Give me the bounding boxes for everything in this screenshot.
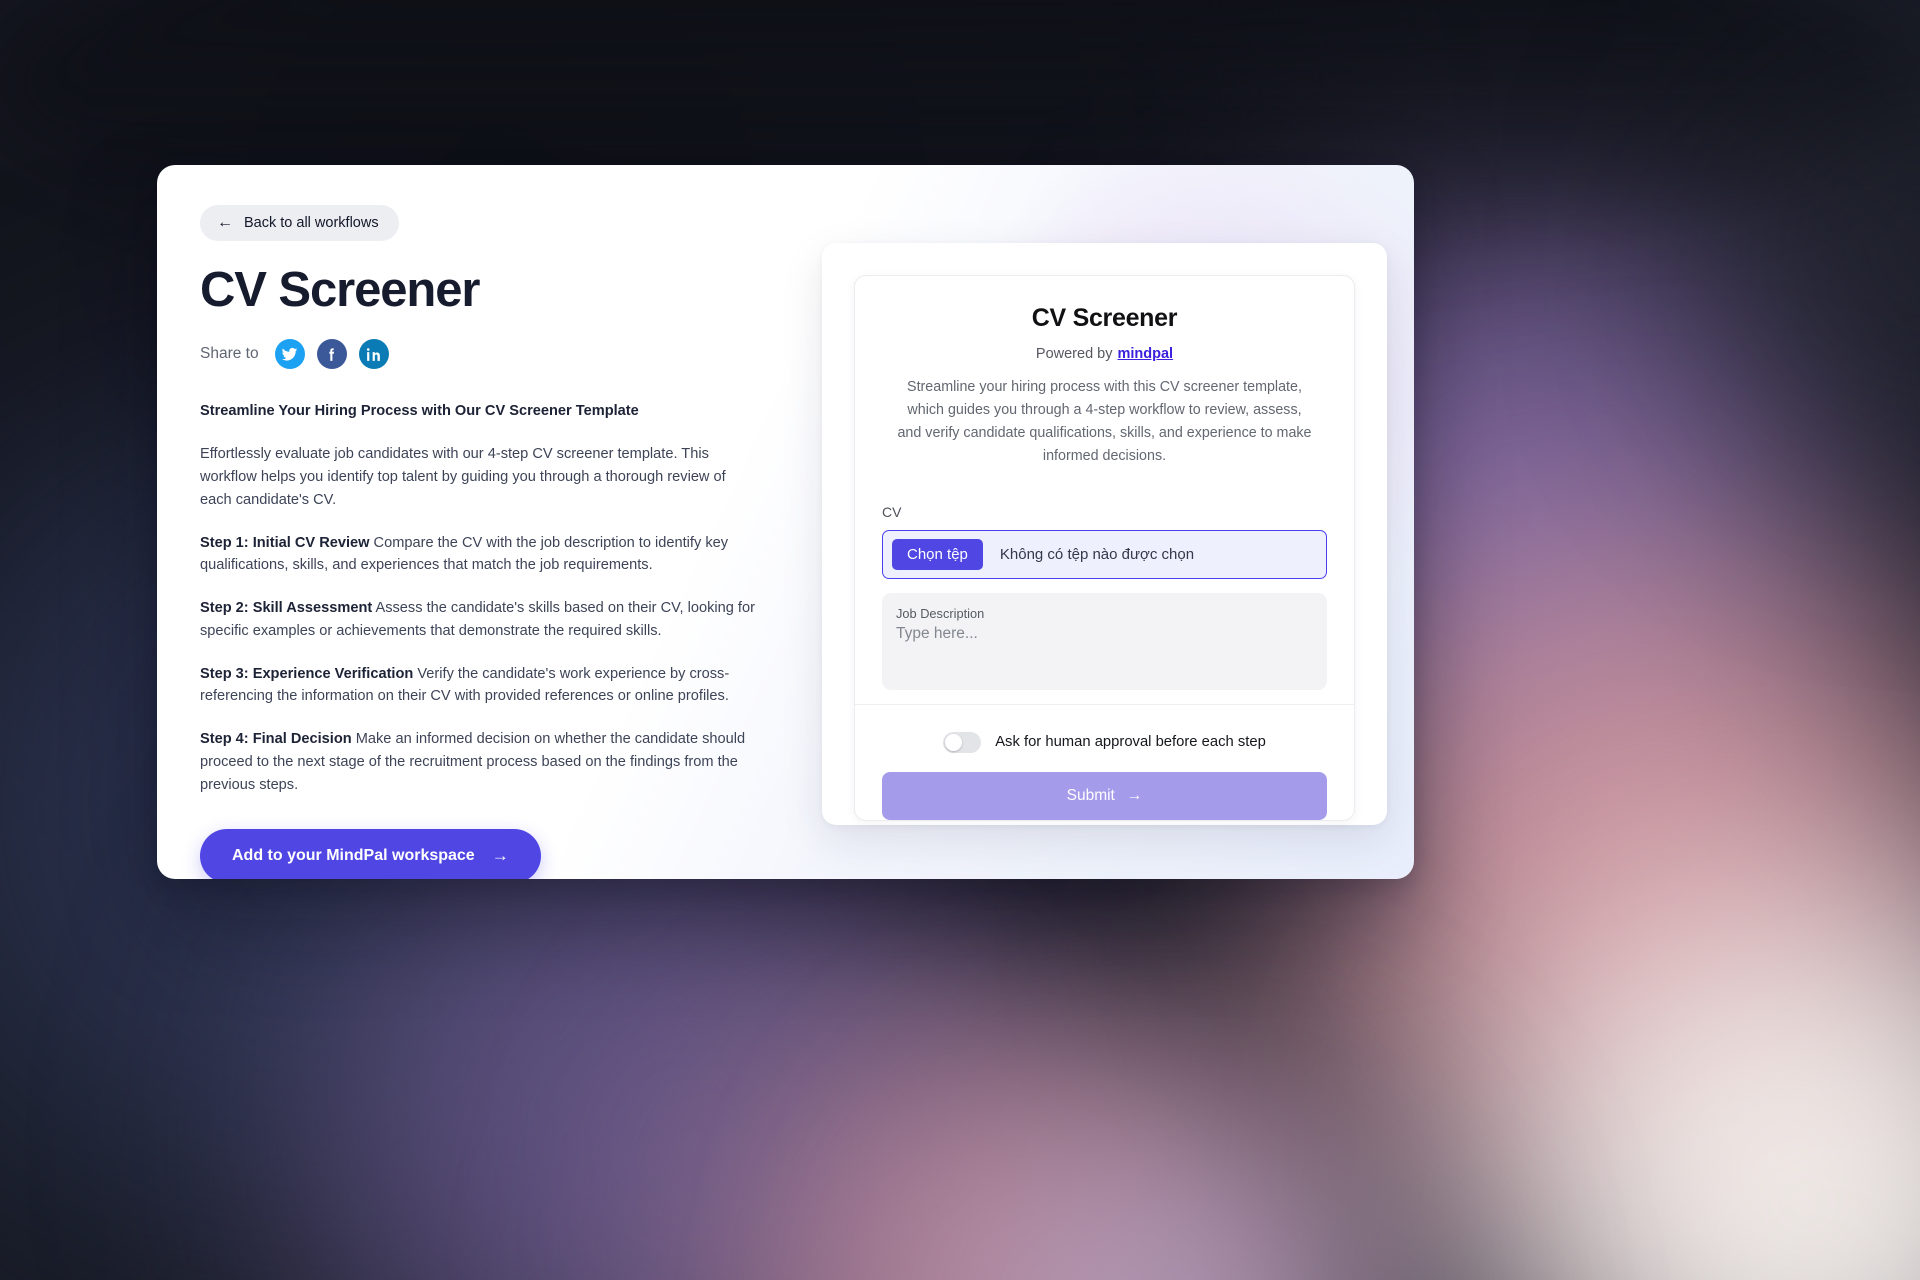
form-divider <box>855 703 1354 705</box>
job-description-placeholder: Type here... <box>896 624 978 642</box>
content-lead: Streamline Your Hiring Process with Our … <box>200 403 639 420</box>
preview-card: CV Screener Powered by mindpal Streamline… <box>822 243 1387 825</box>
form-title: CV Screener <box>1031 304 1178 332</box>
step-1-title: Step 1: Initial CV Review <box>200 534 370 551</box>
workflow-detail-panel: ← Back to all workflows CV Screener Shar… <box>157 165 1414 879</box>
cv-field-label: CV <box>882 503 902 520</box>
job-description-field[interactable]: Job Description Type here... <box>882 592 1327 690</box>
powered-by-row: Powered by mindpal <box>882 346 1327 362</box>
content-step-1: Step 1: Initial CV Review Compare the CV… <box>200 532 760 578</box>
mindpal-brand-link[interactable]: mindpal <box>1117 346 1173 362</box>
share-row: Share to <box>200 339 800 370</box>
arrow-left-icon: ← <box>217 213 233 231</box>
back-button-label: Back to all workflows <box>244 215 379 231</box>
content-step-4: Step 4: Final Decision Make an informed … <box>200 728 760 796</box>
content-intro: Effortlessly evaluate job candidates wit… <box>200 446 726 508</box>
choose-file-button[interactable]: Chọn tệp <box>892 538 983 570</box>
share-label: Share to <box>200 345 259 363</box>
cv-file-input[interactable]: Chọn tệp Không có tệp nào được chọn <box>882 529 1327 579</box>
add-to-workspace-label: Add to your MindPal workspace <box>232 846 475 864</box>
arrow-right-icon: → <box>491 845 509 865</box>
add-to-workspace-button[interactable]: Add to your MindPal workspace → <box>200 828 541 879</box>
step-2-title: Step 2: Skill Assessment <box>200 600 373 617</box>
submit-label: Submit <box>1066 786 1115 804</box>
workflow-preview-column: Try here 👇 CV Screener Powered bymindpal… <box>822 205 1387 825</box>
form-description: Streamline your hiring process with this… <box>897 379 1312 465</box>
twitter-icon[interactable] <box>274 339 305 370</box>
file-status-text: Không có tệp nào được chọn <box>999 545 1195 563</box>
toggle-knob <box>945 733 963 751</box>
job-description-label: Job Description <box>896 605 985 621</box>
powered-by-label: Powered by <box>1035 346 1113 362</box>
page-title: CV Screener <box>200 263 480 317</box>
human-approval-row: Ask for human approval before each step <box>882 731 1327 753</box>
facebook-icon[interactable] <box>316 339 347 370</box>
submit-button[interactable]: Submit → <box>882 771 1327 820</box>
step-3-title: Step 3: Experience Verification <box>200 665 414 682</box>
workflow-info-column: ← Back to all workflows CV Screener Shar… <box>200 205 800 879</box>
arrow-right-icon: → <box>1126 786 1143 804</box>
human-approval-label: Ask for human approval before each step <box>995 734 1266 751</box>
content-step-2: Step 2: Skill Assessment Assess the cand… <box>200 597 760 643</box>
step-4-title: Step 4: Final Decision <box>200 731 352 748</box>
human-approval-toggle[interactable] <box>943 731 982 753</box>
back-to-all-workflows-button[interactable]: ← Back to all workflows <box>200 205 399 241</box>
content-step-3: Step 3: Experience Verification Verify t… <box>200 663 760 709</box>
linkedin-icon[interactable] <box>358 339 389 370</box>
workflow-form-card: CV Screener Powered by mindpal Streamline… <box>854 275 1355 821</box>
